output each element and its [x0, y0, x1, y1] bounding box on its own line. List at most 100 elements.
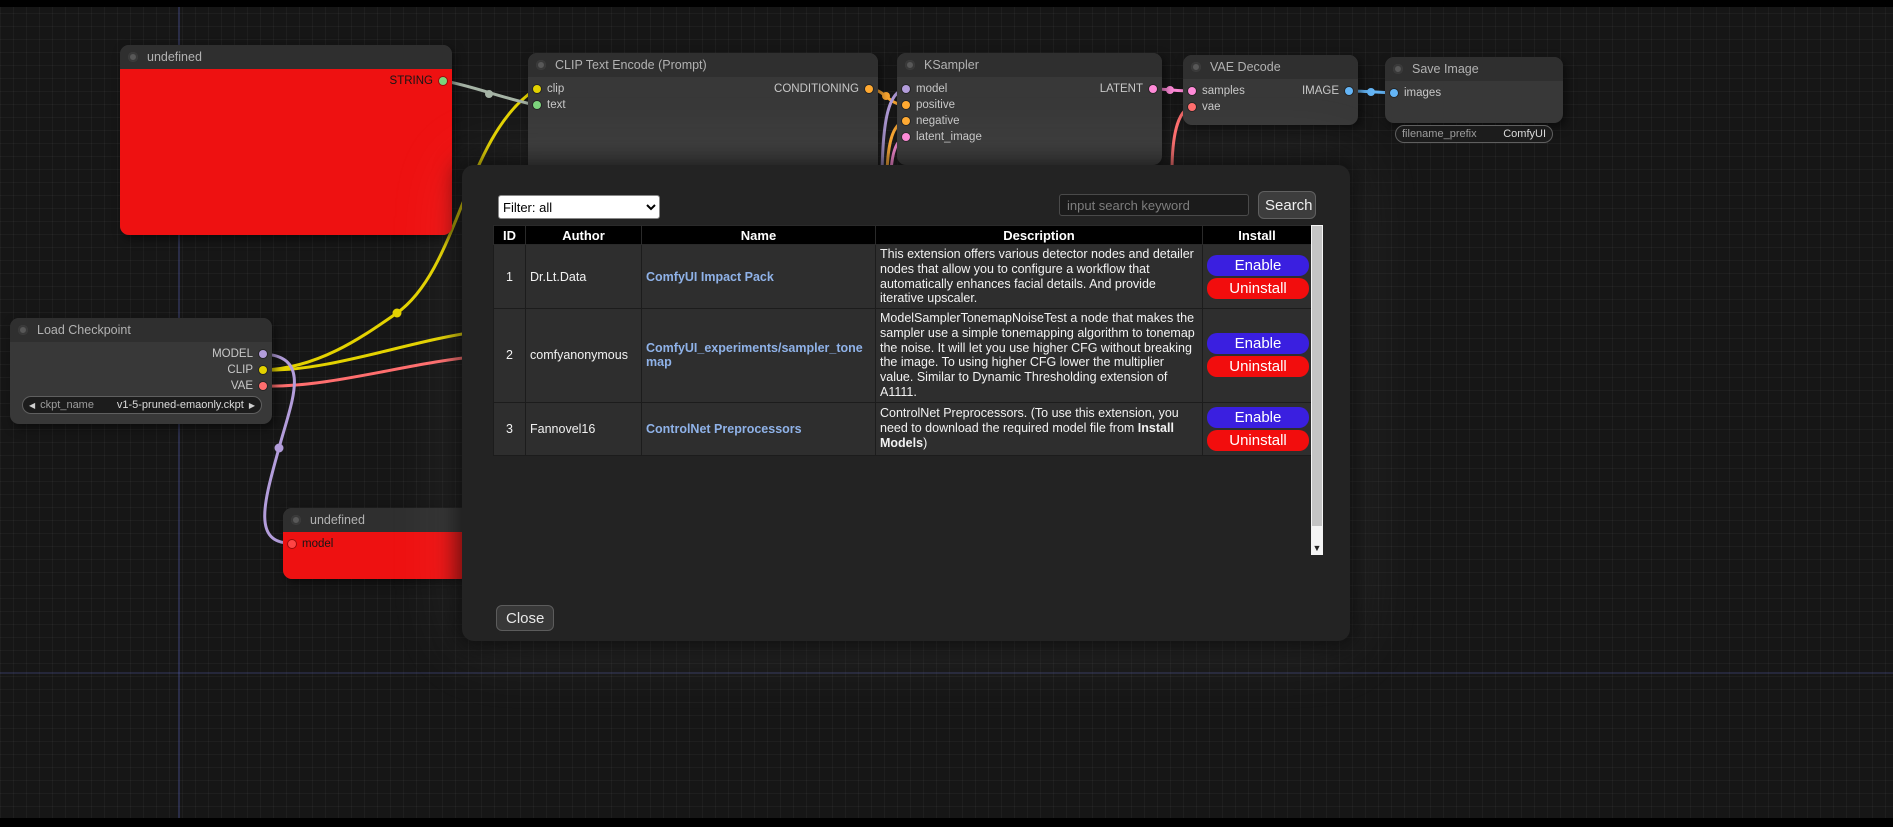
cell-id: 1 [494, 245, 526, 309]
extension-link[interactable]: ControlNet Preprocessors [646, 422, 802, 436]
input-port-clip[interactable] [533, 85, 541, 93]
uninstall-button[interactable]: Uninstall [1207, 356, 1309, 377]
output-label: STRING [390, 75, 433, 87]
collapse-dot-icon[interactable] [1191, 62, 1201, 72]
extension-link[interactable]: ComfyUI_experiments/sampler_tonemap [646, 341, 863, 369]
output-port-model[interactable] [259, 350, 267, 358]
input-label: samples [1202, 85, 1245, 97]
extension-row: 2 comfyanonymous ComfyUI_experiments/sam… [494, 309, 1312, 403]
screen-edge [0, 0, 1893, 7]
node-ksampler[interactable]: KSampler model positive negative latent_… [897, 53, 1162, 165]
input-label: positive [916, 99, 955, 111]
node-title: KSampler [924, 58, 979, 72]
filename-prefix-widget[interactable]: filename_prefix ComfyUI [1395, 125, 1553, 143]
collapse-dot-icon[interactable] [18, 325, 28, 335]
search-button[interactable]: Search [1258, 191, 1316, 219]
cell-author: comfyanonymous [526, 309, 642, 403]
collapse-dot-icon[interactable] [536, 60, 546, 70]
scroll-down-arrow-icon[interactable]: ▼ [1311, 542, 1323, 555]
extensions-table-container: ID Author Name Description Install 1 Dr.… [493, 225, 1323, 555]
node-title: Load Checkpoint [37, 323, 131, 337]
cell-author: Fannovel16 [526, 402, 642, 455]
custom-nodes-dialog: Filter: all Search ID Author Name Descri… [462, 165, 1350, 641]
input-port-negative[interactable] [902, 117, 910, 125]
extension-link[interactable]: ComfyUI Impact Pack [646, 270, 774, 284]
col-header-name: Name [642, 226, 876, 245]
output-label: MODEL [212, 348, 253, 360]
node-load-checkpoint[interactable]: Load Checkpoint MODEL CLIP VAE ◀ ckpt_na… [10, 318, 272, 424]
scrollbar-thumb[interactable] [1312, 226, 1322, 526]
node-title: undefined [310, 513, 365, 527]
cell-description: This extension offers various detector n… [876, 245, 1203, 309]
col-header-id: ID [494, 226, 526, 245]
input-port-latent-image[interactable] [902, 133, 910, 141]
cell-description: ControlNet Preprocessors. (To use this e… [876, 402, 1203, 455]
node-clip-text-encode[interactable]: CLIP Text Encode (Prompt) clip text COND… [528, 53, 878, 173]
input-label: images [1404, 87, 1441, 99]
cell-install: Enable Uninstall [1203, 245, 1312, 309]
cell-id: 3 [494, 402, 526, 455]
input-port-text[interactable] [533, 101, 541, 109]
node-vae-decode[interactable]: VAE Decode samples vae IMAGE [1183, 55, 1358, 125]
node-error-body: model [283, 532, 469, 579]
input-label: clip [547, 83, 564, 95]
input-label: model [916, 83, 947, 95]
output-port-clip[interactable] [259, 366, 267, 374]
output-port-conditioning[interactable] [865, 85, 873, 93]
cell-name: ComfyUI Impact Pack [642, 245, 876, 309]
scrollbar[interactable]: ▼ [1311, 225, 1323, 555]
uninstall-button[interactable]: Uninstall [1207, 430, 1309, 451]
extensions-table: ID Author Name Description Install 1 Dr.… [493, 225, 1312, 456]
input-port-vae[interactable] [1188, 103, 1196, 111]
screen-edge [0, 818, 1893, 827]
input-port-positive[interactable] [902, 101, 910, 109]
cell-description: ModelSamplerTonemapNoiseTest a node that… [876, 309, 1203, 403]
input-label: latent_image [916, 131, 982, 143]
extension-row: 1 Dr.Lt.Data ComfyUI Impact Pack This ex… [494, 245, 1312, 309]
extension-row: 3 Fannovel16 ControlNet Preprocessors Co… [494, 402, 1312, 455]
cell-install: Enable Uninstall [1203, 402, 1312, 455]
cell-name: ControlNet Preprocessors [642, 402, 876, 455]
output-port-latent[interactable] [1149, 85, 1157, 93]
input-label: model [302, 538, 333, 550]
input-port-samples[interactable] [1188, 87, 1196, 95]
input-label: vae [1202, 101, 1221, 113]
cell-install: Enable Uninstall [1203, 309, 1312, 403]
cell-name: ComfyUI_experiments/sampler_tonemap [642, 309, 876, 403]
collapse-dot-icon[interactable] [1393, 64, 1403, 74]
collapse-dot-icon[interactable] [291, 515, 301, 525]
output-port-vae[interactable] [259, 382, 267, 390]
output-label: LATENT [1100, 83, 1143, 95]
input-port-model[interactable] [902, 85, 910, 93]
input-label: negative [916, 115, 959, 127]
col-header-description: Description [876, 226, 1203, 245]
node-save-image[interactable]: Save Image images filename_prefix ComfyU… [1385, 57, 1563, 123]
enable-button[interactable]: Enable [1207, 407, 1309, 428]
output-port-image[interactable] [1345, 87, 1353, 95]
node-undefined-top[interactable]: undefined STRING [120, 45, 452, 235]
input-label: text [547, 99, 566, 111]
ckpt-name-widget[interactable]: ◀ ckpt_name v1-5-pruned-emaonly.ckpt ▶ [22, 396, 262, 414]
node-undefined-bottom[interactable]: undefined model [283, 508, 469, 579]
node-title: Save Image [1412, 62, 1479, 76]
output-label: VAE [231, 380, 253, 392]
prev-value-arrow-icon[interactable]: ◀ [29, 401, 35, 410]
output-port-string[interactable] [439, 77, 447, 85]
cell-author: Dr.Lt.Data [526, 245, 642, 309]
output-label: IMAGE [1302, 85, 1339, 97]
next-value-arrow-icon[interactable]: ▶ [249, 401, 255, 410]
filter-select[interactable]: Filter: all [498, 195, 660, 219]
collapse-dot-icon[interactable] [128, 52, 138, 62]
input-port-model[interactable] [288, 540, 296, 548]
input-port-images[interactable] [1390, 89, 1398, 97]
node-title: undefined [147, 50, 202, 64]
collapse-dot-icon[interactable] [905, 60, 915, 70]
close-button[interactable]: Close [496, 605, 554, 631]
col-header-author: Author [526, 226, 642, 245]
enable-button[interactable]: Enable [1207, 255, 1309, 276]
uninstall-button[interactable]: Uninstall [1207, 278, 1309, 299]
enable-button[interactable]: Enable [1207, 333, 1309, 354]
search-input[interactable] [1059, 194, 1249, 216]
table-header-row: ID Author Name Description Install [494, 226, 1312, 245]
cell-id: 2 [494, 309, 526, 403]
